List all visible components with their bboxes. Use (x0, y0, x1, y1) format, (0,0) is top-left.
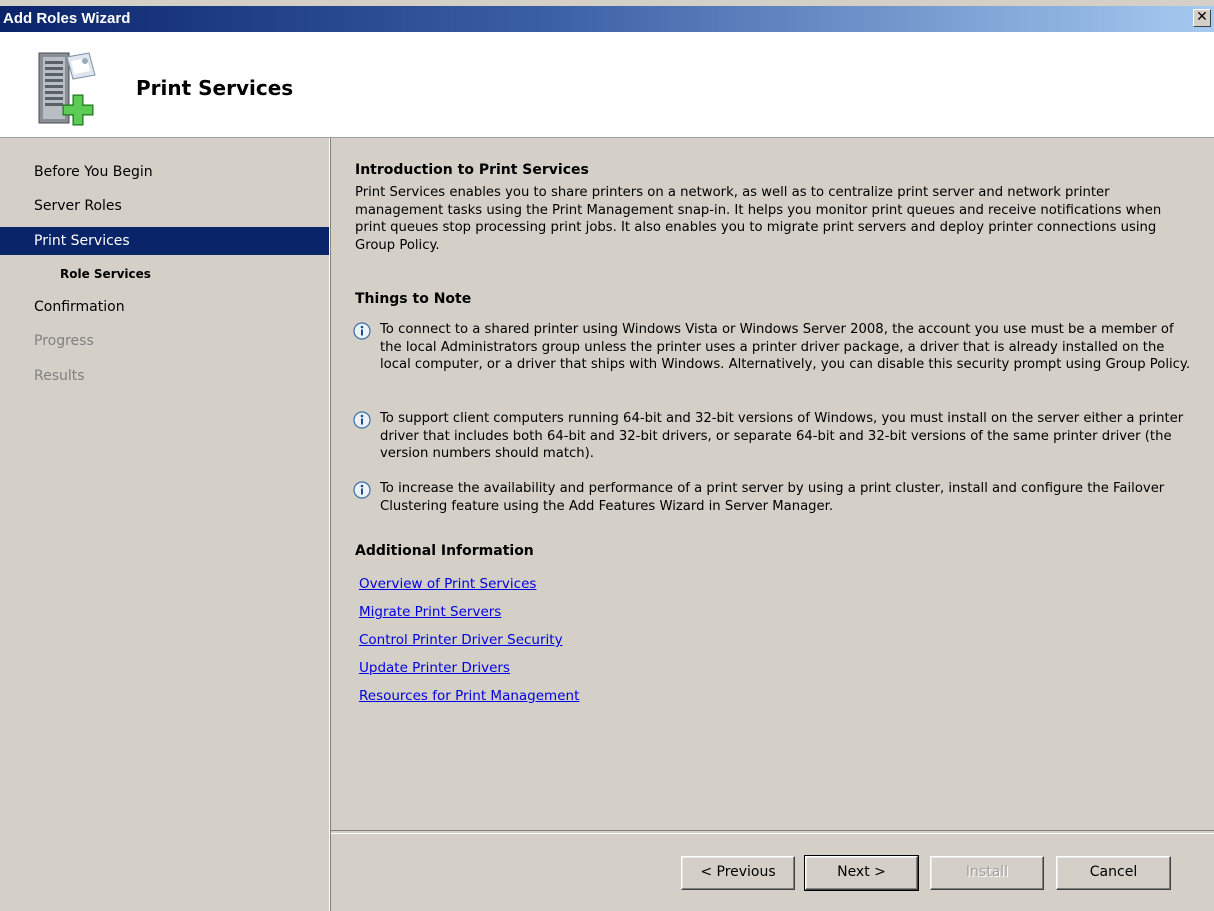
title-bar[interactable]: Add Roles Wizard ✕ (0, 6, 1214, 32)
nav-step-progress: Progress (34, 333, 94, 349)
link-control-printer-driver-security[interactable]: Control Printer Driver Security (359, 632, 563, 648)
close-button[interactable]: ✕ (1193, 9, 1211, 27)
intro-text: Print Services enables you to share prin… (355, 185, 1162, 253)
link-resources-print-management[interactable]: Resources for Print Management (359, 688, 579, 704)
link-update-printer-drivers[interactable]: Update Printer Drivers (359, 660, 510, 676)
info-icon (353, 322, 371, 340)
nav-step-server-roles[interactable]: Server Roles (0, 192, 329, 220)
nav-step-role-services[interactable]: Role Services (0, 260, 329, 288)
intro-heading: Introduction to Print Services (355, 162, 589, 178)
link-overview-print-services[interactable]: Overview of Print Services (359, 576, 536, 592)
note-text: To support client computers running 64-b… (380, 411, 1184, 462)
wizard-window: Add Roles Wizard ✕ Print Services Before… (0, 0, 1214, 911)
notes-heading: Things to Note (355, 291, 472, 307)
note-text: To connect to a shared printer using Win… (380, 322, 1191, 373)
nav-step-confirmation[interactable]: Confirmation (0, 293, 329, 321)
cancel-button[interactable]: Cancel (1056, 856, 1171, 890)
server-add-icon (38, 52, 96, 126)
install-button: Install (930, 856, 1044, 890)
close-icon: ✕ (1196, 9, 1208, 25)
nav-step-before-you-begin[interactable]: Before You Begin (0, 158, 329, 186)
info-icon (353, 411, 371, 429)
previous-button[interactable]: < Previous (681, 856, 795, 890)
nav-step-results: Results (34, 368, 85, 384)
footer-divider (331, 830, 1214, 834)
wizard-header: Print Services (0, 32, 1214, 138)
wizard-step-list: Before You Begin Server Roles Print Serv… (0, 138, 330, 911)
info-icon (353, 481, 371, 499)
next-button[interactable]: Next > (804, 855, 919, 891)
nav-step-print-services[interactable]: Print Services (0, 227, 329, 255)
page-title: Print Services (136, 76, 294, 100)
note-text: To increase the availability and perform… (380, 481, 1165, 514)
wizard-content: Introduction to Print Services Print Ser… (331, 138, 1214, 831)
link-migrate-print-servers[interactable]: Migrate Print Servers (359, 604, 501, 620)
window-title: Add Roles Wizard (3, 10, 131, 27)
additional-info-heading: Additional Information (355, 543, 534, 559)
